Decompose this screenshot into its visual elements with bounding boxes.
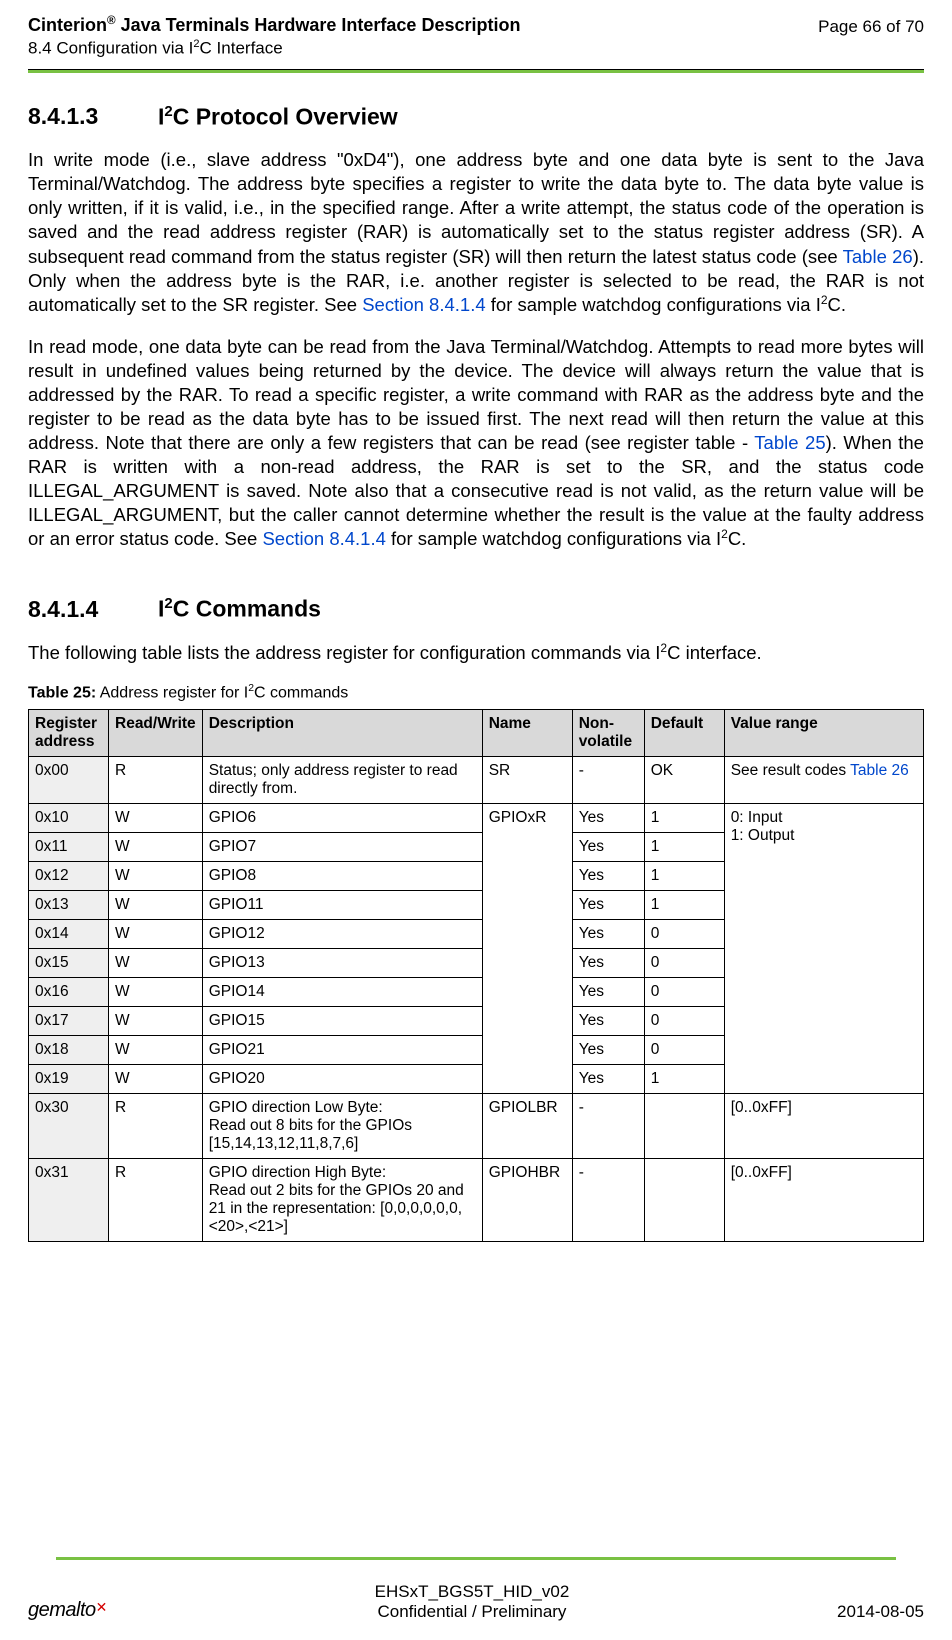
paragraph-1: In write mode (i.e., slave address "0xD4… bbox=[28, 148, 924, 316]
table-row: 0x00 R Status; only address register to … bbox=[29, 756, 924, 803]
gemalto-logo: gemalto✕ bbox=[28, 1599, 107, 1622]
header-subtitle: 8.4 Configuration via I2C Interface bbox=[28, 38, 520, 59]
table-25-link[interactable]: Table 25 bbox=[754, 432, 825, 453]
page-number: Page 66 of 70 bbox=[818, 14, 924, 37]
register-table: Register address Read/Write Description … bbox=[28, 709, 924, 1242]
doc-date: 2014-08-05 bbox=[837, 1602, 924, 1622]
th-range: Value range bbox=[724, 709, 923, 756]
th-rw: Read/Write bbox=[109, 709, 203, 756]
table-row: 0x10 W GPIO6 GPIOxR Yes 1 0: Input 1: Ou… bbox=[29, 803, 924, 832]
document-title: Cinterion® Java Terminals Hardware Inter… bbox=[28, 14, 520, 36]
table-header-row: Register address Read/Write Description … bbox=[29, 709, 924, 756]
doc-id: EHSxT_BGS5T_HID_v02 bbox=[107, 1582, 837, 1602]
section-num: 8.4.1.3 bbox=[28, 103, 158, 130]
section2-intro: The following table lists the address re… bbox=[28, 641, 924, 665]
table-26-link[interactable]: Table 26 bbox=[843, 246, 913, 267]
table-26-link-cell[interactable]: Table 26 bbox=[850, 762, 909, 779]
title-suffix: Java Terminals Hardware Interface Descri… bbox=[116, 15, 521, 35]
section-heading-2: 8.4.1.4I2C Commands bbox=[28, 595, 924, 623]
table-caption: Table 25: Address register for I2C comma… bbox=[28, 683, 924, 702]
th-desc: Description bbox=[202, 709, 482, 756]
th-default: Default bbox=[644, 709, 724, 756]
th-name: Name bbox=[482, 709, 572, 756]
table-row: 0x30 R GPIO direction Low Byte: Read out… bbox=[29, 1093, 924, 1158]
page-footer: gemalto✕ EHSxT_BGS5T_HID_v02 Confidentia… bbox=[28, 1582, 924, 1622]
gpio-range-cell: 0: Input 1: Output bbox=[724, 803, 923, 1093]
registered-mark: ® bbox=[107, 14, 116, 27]
th-register: Register address bbox=[29, 709, 109, 756]
product-name: Cinterion bbox=[28, 15, 107, 35]
page-header: Cinterion® Java Terminals Hardware Inter… bbox=[0, 0, 952, 65]
footer-center: EHSxT_BGS5T_HID_v02 Confidential / Preli… bbox=[107, 1582, 837, 1622]
th-nv: Non-volatile bbox=[572, 709, 644, 756]
main-content: 8.4.1.3I2C Protocol Overview In write mo… bbox=[0, 73, 952, 1242]
section-heading-1: 8.4.1.3I2C Protocol Overview bbox=[28, 103, 924, 131]
paragraph-2: In read mode, one data byte can be read … bbox=[28, 335, 924, 552]
header-left: Cinterion® Java Terminals Hardware Inter… bbox=[28, 14, 520, 59]
section-8414-link-2[interactable]: Section 8.4.1.4 bbox=[262, 528, 385, 549]
section-8414-link[interactable]: Section 8.4.1.4 bbox=[362, 294, 485, 315]
gpio-name-cell: GPIOxR bbox=[482, 803, 572, 1093]
table-row: 0x31 R GPIO direction High Byte: Read ou… bbox=[29, 1158, 924, 1241]
section-num: 8.4.1.4 bbox=[28, 596, 158, 623]
confidentiality: Confidential / Preliminary bbox=[107, 1602, 837, 1622]
footer-green-bar bbox=[56, 1557, 896, 1560]
